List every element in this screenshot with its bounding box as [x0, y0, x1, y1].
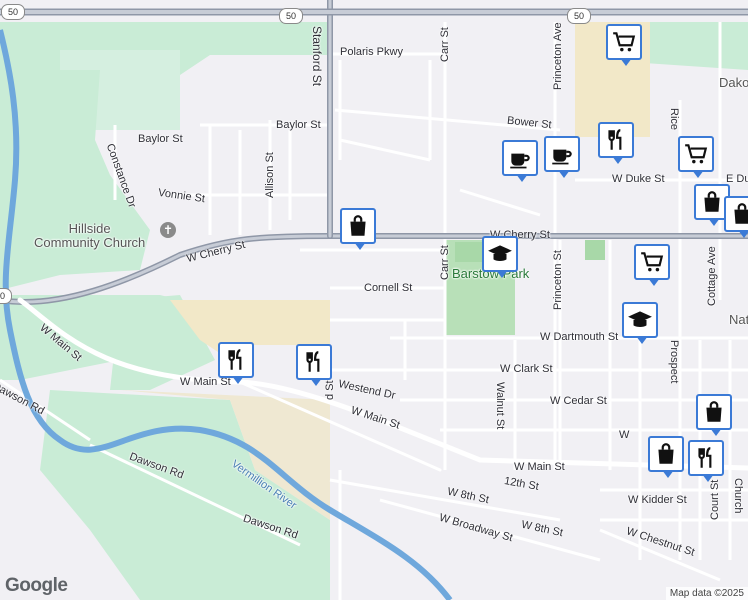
street-label: W Kidder St — [628, 494, 687, 506]
route-shield-50: 50 — [1, 4, 25, 20]
street-label: Stanford St — [310, 26, 324, 87]
street-label: W Duke St — [612, 173, 665, 185]
street-label: W Cedar St — [550, 395, 607, 407]
street-label: E Du — [726, 173, 748, 185]
street-label: Prospect — [668, 340, 680, 384]
street-label: Rice — [668, 108, 680, 131]
restaurant-icon[interactable] — [218, 342, 254, 384]
street-label: Church — [732, 478, 744, 514]
google-logo: Google — [5, 575, 68, 596]
place-label-dakota: Dako — [719, 75, 748, 90]
street-label: Cottage Ave — [706, 246, 718, 306]
cafe-icon[interactable] — [502, 140, 538, 182]
street-label: W Dartmouth St — [540, 331, 619, 343]
church-label: Hillside Community Church — [34, 221, 146, 250]
street-label: Carr St — [439, 27, 451, 62]
map-canvas[interactable] — [0, 0, 748, 600]
restaurant-icon[interactable] — [296, 344, 332, 386]
street-label: Walnut St — [494, 382, 506, 430]
street-label: Princeton St — [552, 250, 564, 310]
church-icon: ✝ — [160, 222, 176, 238]
street-label: d St — [324, 380, 336, 400]
route-shield-50: 50 — [567, 8, 591, 24]
route-shield-50: 50 — [0, 288, 12, 304]
street-label: W Main St — [514, 461, 565, 473]
shopping-bag-icon[interactable] — [648, 436, 684, 478]
street-label: Baylor St — [138, 133, 183, 145]
shopping-cart-icon[interactable] — [678, 136, 714, 178]
shopping-bag-icon[interactable] — [724, 196, 748, 238]
restaurant-icon[interactable] — [688, 440, 724, 482]
street-label: W Clark St — [500, 363, 553, 375]
place-label-nat: Nat — [729, 312, 748, 327]
school-icon[interactable] — [622, 302, 658, 344]
restaurant-icon[interactable] — [598, 122, 634, 164]
street-label: W — [619, 429, 630, 441]
street-label: Polaris Pkwy — [340, 46, 403, 58]
street-label: Princeton Ave — [552, 22, 564, 90]
school-icon[interactable] — [482, 236, 518, 278]
map-attribution[interactable]: Map data ©2025 — [665, 587, 748, 600]
shopping-bag-icon[interactable] — [340, 208, 376, 250]
park-areas — [445, 240, 605, 335]
cafe-icon[interactable] — [544, 136, 580, 178]
street-label: Carr St — [439, 245, 451, 280]
route-shield-50: 50 — [279, 8, 303, 24]
shopping-cart-icon[interactable] — [606, 24, 642, 66]
street-label: Allison St — [264, 152, 276, 198]
street-label: Cornell St — [364, 282, 413, 294]
shopping-cart-icon[interactable] — [634, 244, 670, 286]
shopping-bag-icon[interactable] — [696, 394, 732, 436]
street-label: Baylor St — [276, 119, 321, 131]
street-label: Court St — [709, 479, 721, 520]
